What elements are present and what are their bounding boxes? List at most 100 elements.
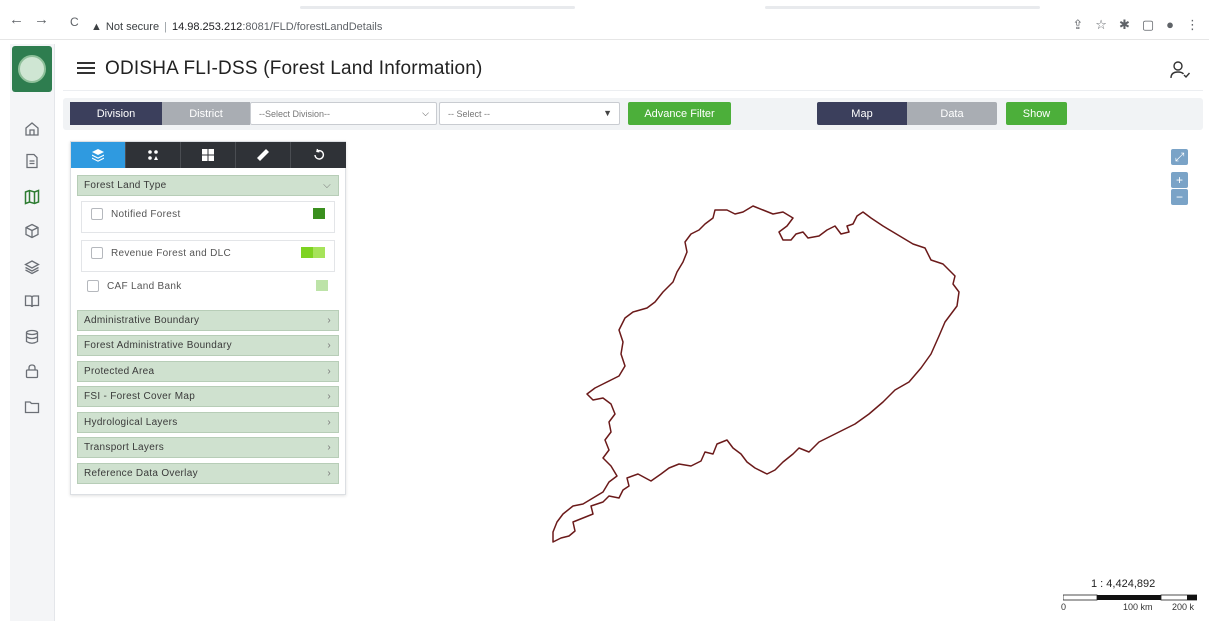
caf-land-bank-checkbox[interactable] xyxy=(87,280,99,292)
menu-icon[interactable]: ⋮ xyxy=(1186,17,1199,33)
hamburger-menu-icon[interactable] xyxy=(77,59,95,77)
notified-forest-checkbox[interactable] xyxy=(91,208,103,220)
sidebar xyxy=(10,44,55,621)
chevron-right-icon: › xyxy=(327,417,331,428)
section-transport-layers[interactable]: Transport Layers › xyxy=(77,437,339,458)
layer-label: CAF Land Bank xyxy=(107,280,182,292)
layer-label: Revenue Forest and DLC xyxy=(111,247,231,259)
layer-panel: Forest Land Type ⌵ Notified Forest Reven… xyxy=(70,141,346,495)
filter-toolbar: Division District --Select Division-- ⌵ … xyxy=(63,98,1203,130)
section-reference-data-overlay[interactable]: Reference Data Overlay › xyxy=(77,463,339,484)
accordion-label: FSI - Forest Cover Map xyxy=(84,391,196,402)
odisha-logo[interactable] xyxy=(12,46,52,92)
sidepanel-icon[interactable]: ▢ xyxy=(1142,17,1154,33)
layers-tab-icon[interactable] xyxy=(71,142,126,168)
layer-row-revenue-forest[interactable]: Revenue Forest and DLC xyxy=(91,247,231,259)
map-icon[interactable] xyxy=(23,188,41,206)
url-host: 14.98.253.212 xyxy=(171,21,243,33)
app-header: ODISHA FLI-DSS (Forest Land Information) xyxy=(63,47,1203,91)
district-tab[interactable]: District xyxy=(162,102,250,125)
back-icon[interactable]: ← xyxy=(9,12,24,27)
scale-label-100: 100 km xyxy=(1123,602,1153,612)
url-path: :8081/FLD/forestLandDetails xyxy=(242,21,383,33)
folder-icon[interactable] xyxy=(23,398,41,416)
url-separator: | xyxy=(164,21,167,33)
zoom-in-button[interactable]: + xyxy=(1171,172,1188,188)
grid-tab-icon[interactable] xyxy=(181,142,236,168)
chevron-down-icon: ⌵ xyxy=(422,108,429,118)
section-fsi-forest-cover-map[interactable]: FSI - Forest Cover Map › xyxy=(77,386,339,407)
reset-tab-icon[interactable] xyxy=(291,142,346,168)
extensions-icon[interactable]: ✱ xyxy=(1119,17,1130,33)
browser-toolbar: ← → C ▲ Not secure | 14.98.253.212 :8081… xyxy=(0,0,1209,40)
chevron-down-icon: ⌵ xyxy=(323,180,331,191)
forest-land-type-header[interactable]: Forest Land Type ⌵ xyxy=(77,175,339,196)
tab-strip xyxy=(765,6,1040,9)
chevron-right-icon: › xyxy=(327,468,331,479)
browser-actions: ⇪ ☆ ✱ ▢ ● ⋮ xyxy=(1072,17,1199,33)
points-tab-icon[interactable] xyxy=(126,142,181,168)
chevron-right-icon: › xyxy=(327,391,331,402)
secondary-select[interactable]: -- Select -- ▼ xyxy=(439,102,620,125)
caf-land-bank-swatch xyxy=(316,280,328,291)
scale-bar xyxy=(1063,594,1197,601)
accordion-label: Reference Data Overlay xyxy=(84,468,198,479)
chevron-right-icon: › xyxy=(327,442,331,453)
secondary-select-value: -- Select -- xyxy=(448,108,491,119)
accordion-label: Transport Layers xyxy=(84,442,165,453)
lock-icon[interactable] xyxy=(23,362,41,380)
profile-icon[interactable]: ● xyxy=(1166,17,1174,33)
accordion-label: Hydrological Layers xyxy=(84,417,178,428)
map-tab[interactable]: Map xyxy=(817,102,907,125)
section-protected-area[interactable]: Protected Area › xyxy=(77,361,339,382)
dlc-swatch xyxy=(313,247,325,258)
division-tab[interactable]: Division xyxy=(70,102,162,125)
accordion-label: Forest Administrative Boundary xyxy=(84,340,232,351)
scale-label-200: 200 k xyxy=(1172,602,1195,612)
document-icon[interactable] xyxy=(23,152,41,170)
section-hydrological-layers[interactable]: Hydrological Layers › xyxy=(77,412,339,433)
panel-tabs xyxy=(71,142,346,168)
zoom-out-button[interactable]: − xyxy=(1171,189,1188,205)
tab-strip xyxy=(300,6,575,9)
layer-row-notified-forest[interactable]: Notified Forest xyxy=(91,208,181,220)
caret-down-icon: ▼ xyxy=(603,108,612,118)
forward-icon[interactable]: → xyxy=(34,12,49,27)
page-title: ODISHA FLI-DSS (Forest Land Information) xyxy=(105,58,483,79)
advance-filter-button[interactable]: Advance Filter xyxy=(628,102,731,125)
cube-icon[interactable] xyxy=(23,222,41,240)
emblem-icon xyxy=(18,55,46,83)
star-icon[interactable]: ☆ xyxy=(1095,17,1107,33)
fullscreen-icon[interactable]: ⤢ xyxy=(1171,149,1188,165)
chevron-right-icon: › xyxy=(327,340,331,351)
division-select-value: --Select Division-- xyxy=(259,108,331,119)
database-icon[interactable] xyxy=(23,328,41,346)
layer-label: Notified Forest xyxy=(111,208,181,220)
warning-icon: ▲ xyxy=(91,21,102,33)
ruler-tab-icon[interactable] xyxy=(236,142,291,168)
accordion-label: Protected Area xyxy=(84,366,155,377)
section-administrative-boundary[interactable]: Administrative Boundary › xyxy=(77,310,339,331)
accordion-label: Forest Land Type xyxy=(84,180,167,191)
scale-label-zero: 0 xyxy=(1061,602,1067,612)
scale-ratio: 1 : 4,424,892 xyxy=(1091,578,1156,590)
show-button[interactable]: Show xyxy=(1006,102,1067,125)
share-icon[interactable]: ⇪ xyxy=(1072,17,1083,33)
chevron-right-icon: › xyxy=(327,315,331,326)
home-icon[interactable] xyxy=(23,120,41,138)
user-account-icon[interactable] xyxy=(1169,59,1191,81)
section-forest-administrative-boundary[interactable]: Forest Administrative Boundary › xyxy=(77,335,339,356)
notified-forest-swatch xyxy=(313,208,325,219)
revenue-forest-checkbox[interactable] xyxy=(91,247,103,259)
layers-icon[interactable] xyxy=(23,258,41,276)
security-label: Not secure xyxy=(105,21,160,33)
division-select[interactable]: --Select Division-- ⌵ xyxy=(250,102,437,125)
revenue-forest-swatch xyxy=(301,247,313,258)
reload-icon[interactable]: C xyxy=(70,15,79,29)
accordion-label: Administrative Boundary xyxy=(84,315,200,326)
chevron-right-icon: › xyxy=(327,366,331,377)
data-tab[interactable]: Data xyxy=(907,102,997,125)
book-icon[interactable] xyxy=(23,292,41,310)
address-bar[interactable]: ▲ Not secure | 14.98.253.212 :8081/FLD/f… xyxy=(91,17,1111,37)
layer-row-caf-land-bank[interactable]: CAF Land Bank xyxy=(87,280,182,292)
